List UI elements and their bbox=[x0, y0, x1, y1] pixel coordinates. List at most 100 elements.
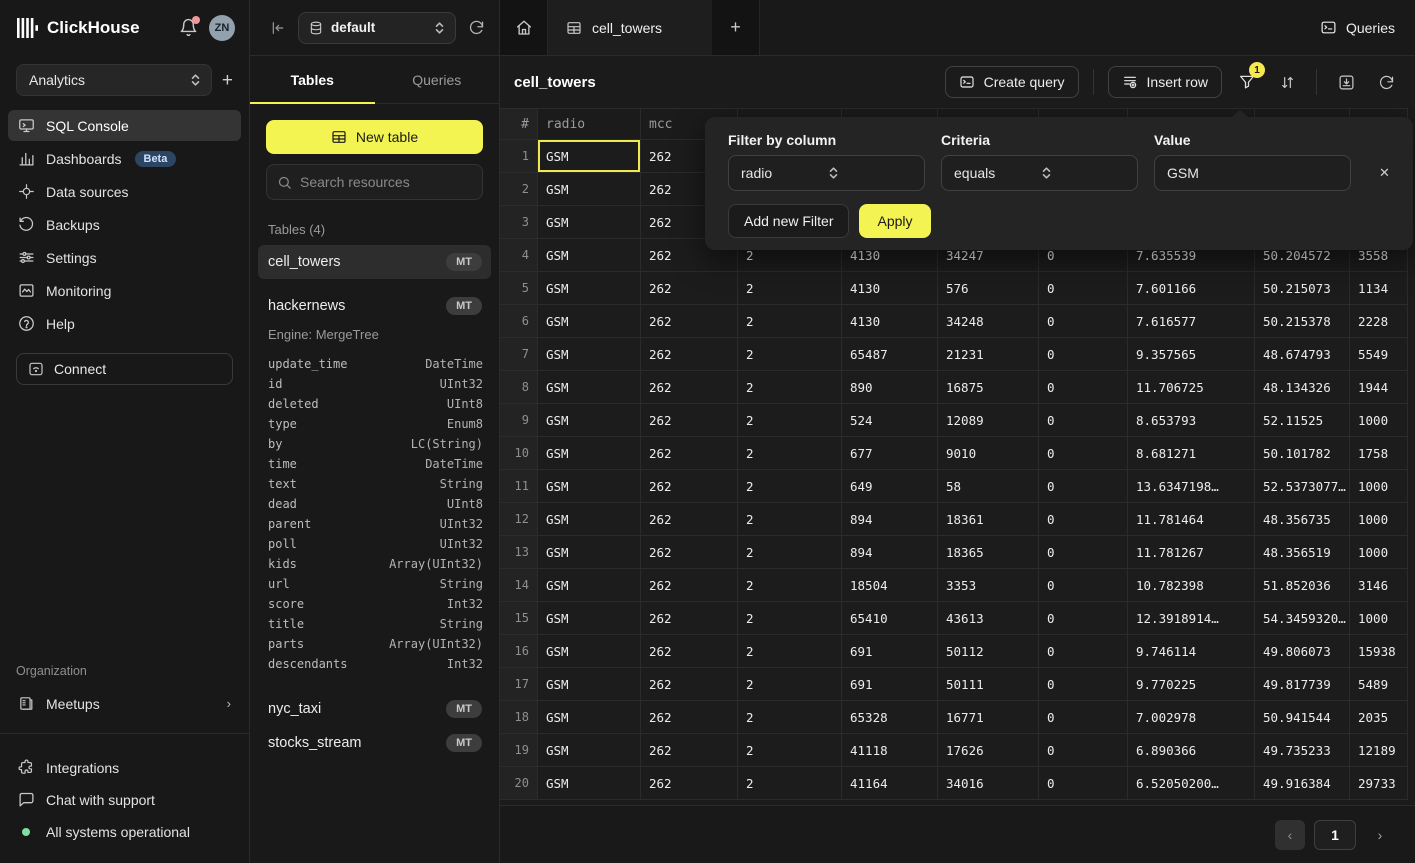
add-service-button[interactable]: + bbox=[222, 71, 233, 90]
new-table-button[interactable]: New table bbox=[266, 120, 483, 154]
create-query-button[interactable]: Create query bbox=[945, 66, 1079, 98]
table-cell[interactable]: 29733 bbox=[1350, 767, 1408, 800]
table-cell[interactable]: 2 bbox=[738, 437, 842, 470]
table-cell[interactable]: 18365 bbox=[938, 536, 1039, 569]
table-cell[interactable]: 48.356735 bbox=[1255, 503, 1350, 536]
table-cell[interactable]: 18361 bbox=[938, 503, 1039, 536]
table-cell[interactable]: 17626 bbox=[938, 734, 1039, 767]
table-cell[interactable]: 5549 bbox=[1350, 338, 1408, 371]
table-cell[interactable]: 16771 bbox=[938, 701, 1039, 734]
table-cell[interactable]: 49.735233 bbox=[1255, 734, 1350, 767]
table-cell[interactable]: 18504 bbox=[842, 569, 938, 602]
table-cell[interactable]: 262 bbox=[641, 536, 738, 569]
table-cell[interactable]: 7.601166 bbox=[1128, 272, 1255, 305]
table-cell[interactable]: 9.357565 bbox=[1128, 338, 1255, 371]
table-cell[interactable]: 52.11525 bbox=[1255, 404, 1350, 437]
filter-column-select[interactable]: radio bbox=[728, 155, 925, 191]
tab-queries[interactable]: Queries bbox=[375, 56, 500, 103]
table-cell[interactable]: 890 bbox=[842, 371, 938, 404]
table-cell[interactable]: 12089 bbox=[938, 404, 1039, 437]
table-cell[interactable]: GSM bbox=[538, 206, 641, 239]
column-header-radio[interactable]: radio bbox=[538, 108, 641, 140]
table-cell[interactable]: 1944 bbox=[1350, 371, 1408, 404]
table-cell[interactable]: 10.782398 bbox=[1128, 569, 1255, 602]
table-cell[interactable]: 2035 bbox=[1350, 701, 1408, 734]
filter-button[interactable]: 1 bbox=[1232, 67, 1262, 97]
table-cell[interactable]: GSM bbox=[538, 569, 641, 602]
table-cell[interactable]: 262 bbox=[641, 569, 738, 602]
table-cell[interactable]: 0 bbox=[1039, 437, 1128, 470]
table-cell[interactable]: 50111 bbox=[938, 668, 1039, 701]
current-page-indicator[interactable]: 1 bbox=[1314, 820, 1356, 850]
table-cell[interactable]: 0 bbox=[1039, 371, 1128, 404]
table-cell[interactable]: 1000 bbox=[1350, 536, 1408, 569]
apply-filter-button[interactable]: Apply bbox=[859, 204, 930, 238]
tab-cell-towers[interactable]: cell_towers bbox=[548, 0, 712, 55]
table-cell[interactable]: 262 bbox=[641, 470, 738, 503]
notifications-bell-icon[interactable] bbox=[179, 18, 199, 38]
table-cell[interactable]: 11.781464 bbox=[1128, 503, 1255, 536]
table-cell[interactable]: 65487 bbox=[842, 338, 938, 371]
table-cell[interactable]: 6.52050200… bbox=[1128, 767, 1255, 800]
table-cell[interactable]: GSM bbox=[538, 305, 641, 338]
filter-criteria-select[interactable]: equals bbox=[941, 155, 1138, 191]
table-cell[interactable]: 48.134326 bbox=[1255, 371, 1350, 404]
table-cell[interactable]: 0 bbox=[1039, 767, 1128, 800]
table-cell[interactable]: 0 bbox=[1039, 536, 1128, 569]
table-cell[interactable]: 51.852036 bbox=[1255, 569, 1350, 602]
table-cell[interactable]: 0 bbox=[1039, 338, 1128, 371]
table-cell[interactable]: 2 bbox=[738, 371, 842, 404]
table-cell[interactable]: 2 bbox=[738, 536, 842, 569]
table-cell[interactable]: 11.706725 bbox=[1128, 371, 1255, 404]
table-cell[interactable]: 48.674793 bbox=[1255, 338, 1350, 371]
system-status[interactable]: All systems operational bbox=[8, 816, 241, 847]
table-cell[interactable]: GSM bbox=[538, 239, 641, 272]
table-cell[interactable]: 262 bbox=[641, 272, 738, 305]
table-cell[interactable]: 34248 bbox=[938, 305, 1039, 338]
table-cell[interactable]: 0 bbox=[1039, 404, 1128, 437]
table-cell[interactable]: 2 bbox=[738, 569, 842, 602]
table-cell[interactable]: 6.890366 bbox=[1128, 734, 1255, 767]
table-cell[interactable]: 65410 bbox=[842, 602, 938, 635]
table-cell[interactable]: 8.681271 bbox=[1128, 437, 1255, 470]
table-cell[interactable]: 41164 bbox=[842, 767, 938, 800]
table-cell[interactable]: 16875 bbox=[938, 371, 1039, 404]
table-cell[interactable]: GSM bbox=[538, 338, 641, 371]
table-cell[interactable]: 3353 bbox=[938, 569, 1039, 602]
table-cell[interactable]: 0 bbox=[1039, 602, 1128, 635]
table-cell[interactable]: 15938 bbox=[1350, 635, 1408, 668]
table-cell[interactable]: 2 bbox=[738, 305, 842, 338]
insert-row-button[interactable]: Insert row bbox=[1108, 66, 1222, 98]
table-cell[interactable]: GSM bbox=[538, 173, 641, 206]
table-cell[interactable]: 0 bbox=[1039, 272, 1128, 305]
table-cell[interactable]: 0 bbox=[1039, 569, 1128, 602]
table-cell[interactable]: GSM bbox=[538, 701, 641, 734]
filter-remove-icon[interactable]: ✕ bbox=[1379, 155, 1390, 191]
sidebar-item-monitoring[interactable]: Monitoring bbox=[8, 275, 241, 306]
table-list-item-stocks-stream[interactable]: stocks_stream MT bbox=[258, 726, 491, 760]
table-cell[interactable]: 0 bbox=[1039, 668, 1128, 701]
table-cell[interactable]: 3146 bbox=[1350, 569, 1408, 602]
table-cell[interactable]: 49.916384 bbox=[1255, 767, 1350, 800]
table-cell[interactable]: 0 bbox=[1039, 470, 1128, 503]
table-cell[interactable]: 52.5373077… bbox=[1255, 470, 1350, 503]
table-cell[interactable]: 9010 bbox=[938, 437, 1039, 470]
table-cell[interactable]: 2 bbox=[738, 470, 842, 503]
table-cell[interactable]: 262 bbox=[641, 701, 738, 734]
table-list-item-nyc-taxi[interactable]: nyc_taxi MT bbox=[258, 692, 491, 726]
table-cell[interactable]: 1134 bbox=[1350, 272, 1408, 305]
table-cell[interactable]: 0 bbox=[1039, 701, 1128, 734]
next-page-button[interactable]: › bbox=[1365, 820, 1395, 850]
table-cell[interactable]: 691 bbox=[842, 635, 938, 668]
table-cell[interactable]: 2 bbox=[738, 668, 842, 701]
table-cell[interactable]: GSM bbox=[538, 635, 641, 668]
queries-button[interactable]: Queries bbox=[1320, 19, 1395, 36]
download-button[interactable] bbox=[1331, 67, 1361, 97]
table-cell[interactable]: 677 bbox=[842, 437, 938, 470]
table-cell[interactable]: GSM bbox=[538, 503, 641, 536]
sort-button[interactable] bbox=[1272, 67, 1302, 97]
table-cell[interactable]: 1000 bbox=[1350, 602, 1408, 635]
table-cell[interactable]: 691 bbox=[842, 668, 938, 701]
sidebar-item-help[interactable]: Help bbox=[8, 308, 241, 339]
table-cell[interactable]: 262 bbox=[641, 668, 738, 701]
